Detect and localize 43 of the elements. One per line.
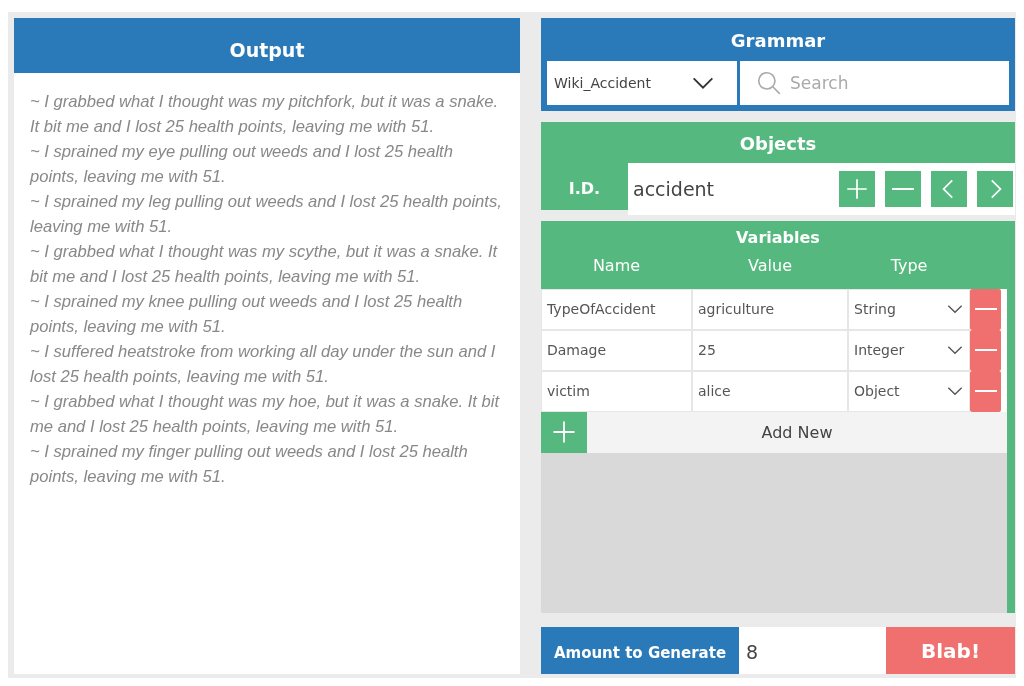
column-header: Type [889, 254, 929, 277]
output-text: ~ I sprained my finger pulling out weeds and I lost 25 health points, leaving me with 51. [30, 441, 469, 488]
delete-button[interactable] [970, 288, 1001, 330]
search-icon [756, 69, 782, 96]
type-dropdown[interactable]: String [848, 288, 970, 330]
add-button[interactable] [541, 411, 587, 453]
minus-icon [974, 349, 997, 352]
minus-icon [974, 390, 997, 393]
name-field[interactable]: TypeOfAccident [541, 288, 692, 330]
amount-field[interactable]: 8 [739, 627, 886, 674]
previous-button[interactable] [931, 170, 967, 207]
output-text: ~ I sprained my leg pulling out weeds and I lost 25 health points, leaving me with 51. [30, 191, 503, 238]
panel-title: Objects [738, 131, 818, 156]
name-field[interactable]: Damage [541, 329, 692, 371]
type-dropdown[interactable]: Object [848, 370, 970, 412]
amount-label: Amount to Generate [541, 627, 739, 674]
minus-icon [892, 187, 914, 190]
panel-title: Output [14, 18, 520, 73]
panel-title: Grammar [729, 29, 827, 53]
minus-icon [974, 308, 997, 311]
grammar-dropdown[interactable]: Wiki_Accident [547, 61, 737, 105]
remove-button[interactable] [885, 170, 921, 207]
id-label: I.D. [567, 177, 602, 200]
value-field[interactable]: agriculture [692, 288, 848, 330]
column-header: Name [591, 254, 642, 277]
output-text: ~ I grabbed what I thought was my hoe, but it was a snake. It bit me and I lost 25 health points, leaving me with 51. [30, 391, 501, 438]
value-field[interactable]: alice [692, 370, 848, 412]
value-field[interactable]: 25 [692, 329, 848, 371]
id-field[interactable]: accident [628, 162, 1015, 215]
delete-button[interactable] [970, 370, 1001, 412]
output-text: ~ I suffered heatstroke from working all day under the sun and I lost 25 health points, leaving me with 51. [30, 341, 497, 388]
panel-title: Variables [735, 226, 821, 249]
type-dropdown[interactable]: Integer [848, 329, 970, 371]
output-text: ~ I sprained my eye pulling out weeds and I lost 25 health points, leaving me with 51. [30, 141, 454, 188]
add-button[interactable] [839, 170, 875, 207]
next-button[interactable] [977, 170, 1013, 207]
search-input[interactable]: Search [790, 61, 1009, 105]
search-field[interactable]: Search [740, 61, 1009, 105]
output-text: ~ I grabbed what I thought was my pitchfork, but it was a snake. It bit me and I lost 25 health points, leaving me with 51. [30, 91, 500, 138]
column-header: Value [747, 254, 793, 277]
output-text: ~ I grabbed what I thought was my scythe, but it was a snake. It bit me and I lost 25 health points, leaving me with 51. [30, 241, 499, 288]
output-text: ~ I sprained my knee pulling out weeds and I lost 25 health points, leaving me with 51. [30, 291, 464, 338]
name-field[interactable]: victim [541, 370, 692, 412]
